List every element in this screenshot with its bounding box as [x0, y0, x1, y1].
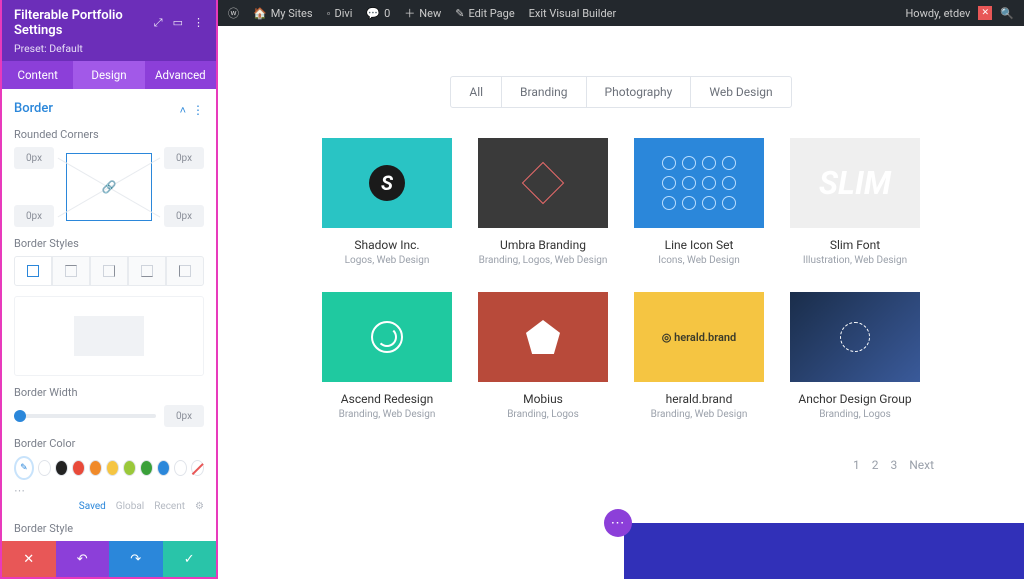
corner-bl-input[interactable]: 0px	[14, 205, 54, 227]
corner-br-input[interactable]: 0px	[164, 205, 204, 227]
portfolio-item[interactable]: Line Icon Set Icons, Web Design	[634, 138, 764, 266]
rounded-corners-label: Rounded Corners	[14, 128, 204, 141]
gear-icon[interactable]: ⚙	[195, 501, 204, 512]
sidebar-header-icons: ⤢ ▭ ⋮	[154, 16, 204, 30]
canvas-body: All Branding Photography Web Design S Sh…	[218, 26, 1024, 579]
border-styles-label: Border Styles	[14, 237, 204, 250]
section-border-header[interactable]: Border ˄ ⋮	[14, 99, 204, 118]
swatch[interactable]	[140, 460, 153, 476]
search-icon[interactable]: 🔍	[1000, 7, 1014, 20]
adminbar-mysites[interactable]: 🏠 My Sites	[253, 7, 313, 20]
swatch[interactable]	[72, 460, 85, 476]
page-2[interactable]: 2	[872, 458, 879, 472]
portfolio-item[interactable]: Umbra Branding Branding, Logos, Web Desi…	[478, 138, 608, 266]
portfolio-grid: S Shadow Inc. Logos, Web Design Umbra Br…	[288, 138, 954, 420]
sidebar-body: Border ˄ ⋮ Rounded Corners 0px 0px 0px 0p…	[2, 89, 216, 541]
settings-sidebar: Filterable Portfolio Settings ⤢ ▭ ⋮ Pres…	[0, 0, 218, 579]
swatch[interactable]	[157, 460, 170, 476]
section-border-title: Border	[14, 101, 53, 116]
swatch-none[interactable]	[191, 460, 204, 476]
fab-more-icon[interactable]: ⋯	[604, 509, 632, 537]
pagination: 1 2 3 Next	[288, 458, 954, 472]
swatch[interactable]	[123, 460, 136, 476]
tab-design[interactable]: Design	[73, 61, 144, 89]
border-style-left[interactable]	[166, 256, 204, 286]
bottom-strip	[624, 523, 1024, 579]
wp-logo-icon[interactable]: ⓦ	[228, 5, 239, 21]
border-width-label: Border Width	[14, 386, 204, 399]
sidebar-tabs: Content Design Advanced	[2, 61, 216, 89]
section-more-icon[interactable]: ⋮	[192, 103, 204, 117]
tab-content[interactable]: Content	[2, 61, 73, 89]
border-width-slider[interactable]: 0px	[14, 405, 204, 427]
filter-webdesign[interactable]: Web Design	[691, 77, 790, 107]
preset-label[interactable]: Preset: Default	[14, 42, 204, 55]
adminbar-new[interactable]: ＋ New	[404, 5, 441, 21]
adminbar-exit[interactable]: Exit Visual Builder	[529, 7, 617, 20]
swatch[interactable]	[55, 460, 68, 476]
swatch[interactable]	[174, 460, 187, 476]
filter-all[interactable]: All	[451, 77, 502, 107]
filter-branding[interactable]: Branding	[502, 77, 587, 107]
swatch[interactable]	[89, 460, 102, 476]
color-tab-saved[interactable]: Saved	[79, 501, 106, 512]
border-styles-row	[14, 256, 204, 286]
border-style-top[interactable]	[52, 256, 90, 286]
portfolio-item[interactable]: Mobius Branding, Logos	[478, 292, 608, 420]
corner-preview: 🔗	[66, 153, 152, 221]
swatch[interactable]	[38, 460, 51, 476]
color-tab-recent[interactable]: Recent	[154, 501, 185, 512]
color-meta: Saved Global Recent ⚙	[14, 501, 204, 512]
border-style-right[interactable]	[90, 256, 128, 286]
portfolio-item[interactable]: ◎ herald.brand herald.brand Branding, We…	[634, 292, 764, 420]
border-style-all[interactable]	[14, 256, 52, 286]
border-style-bottom[interactable]	[128, 256, 166, 286]
rounded-corners-control: 0px 0px 0px 0px 🔗	[14, 147, 204, 227]
adminbar-edit[interactable]: ✎ Edit Page	[455, 7, 514, 20]
portfolio-item[interactable]: S Shadow Inc. Logos, Web Design	[322, 138, 452, 266]
filter-photography[interactable]: Photography	[587, 77, 692, 107]
wp-adminbar: ⓦ 🏠 My Sites ◦ Divi 💬 0 ＋ New ✎ Edit Pag…	[218, 0, 1024, 26]
border-preview	[14, 296, 204, 376]
expand-icon[interactable]: ⤢	[154, 16, 163, 30]
adminbar-divi[interactable]: ◦ Divi	[327, 7, 353, 20]
notice-badge[interactable]: ✕	[978, 6, 992, 20]
portfolio-item[interactable]: SLIM Slim Font Illustration, Web Design	[790, 138, 920, 266]
chevron-up-icon: ˄	[180, 104, 186, 117]
swatch[interactable]	[106, 460, 119, 476]
portfolio-item[interactable]: Anchor Design Group Branding, Logos	[790, 292, 920, 420]
portfolio-filters: All Branding Photography Web Design	[288, 76, 954, 108]
sidebar-header: Filterable Portfolio Settings ⤢ ▭ ⋮ Pres…	[2, 0, 216, 61]
border-width-value[interactable]: 0px	[164, 405, 204, 427]
link-corners-icon[interactable]: 🔗	[102, 180, 117, 194]
sidebar-title: Filterable Portfolio Settings	[14, 8, 154, 38]
border-color-label: Border Color	[14, 437, 204, 450]
portfolio-item[interactable]: Ascend Redesign Branding, Web Design	[322, 292, 452, 420]
canvas: ⓦ 🏠 My Sites ◦ Divi 💬 0 ＋ New ✎ Edit Pag…	[218, 0, 1024, 579]
color-tab-global[interactable]: Global	[116, 501, 144, 512]
border-style-label: Border Style	[14, 522, 204, 535]
tab-advanced[interactable]: Advanced	[145, 61, 216, 89]
page-1[interactable]: 1	[853, 458, 860, 472]
page-next[interactable]: Next	[909, 458, 934, 472]
more-icon[interactable]: ⋮	[193, 16, 204, 30]
sidebar-footer: ✕ ↶ ↷ ✓	[2, 541, 216, 577]
corner-tl-input[interactable]: 0px	[14, 147, 54, 169]
redo-button[interactable]: ↷	[109, 541, 163, 577]
color-swatch-row: ✎	[14, 456, 204, 480]
corner-tr-input[interactable]: 0px	[164, 147, 204, 169]
undo-button[interactable]: ↶	[56, 541, 110, 577]
swatch-picker[interactable]: ✎	[14, 456, 34, 480]
howdy-text[interactable]: Howdy, etdev	[905, 7, 970, 20]
page-3[interactable]: 3	[890, 458, 897, 472]
adminbar-comments[interactable]: 💬 0	[366, 7, 390, 20]
close-button[interactable]: ✕	[2, 541, 56, 577]
drag-icon[interactable]: ▭	[173, 16, 183, 30]
save-button[interactable]: ✓	[163, 541, 217, 577]
